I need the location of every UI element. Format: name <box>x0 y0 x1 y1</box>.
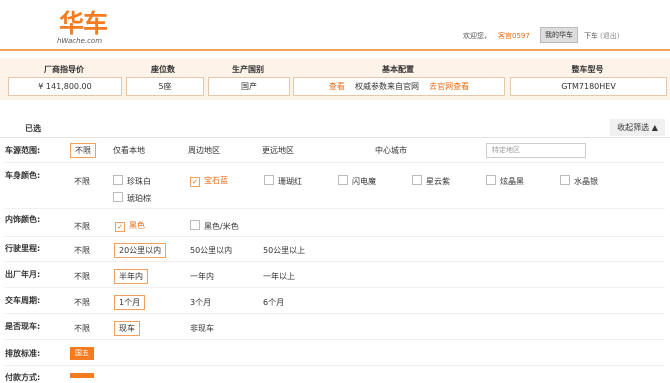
checkbox-icon <box>412 175 422 185</box>
config-text: 权威参数来自官网 <box>355 82 419 91</box>
mileage-option-20km[interactable]: 20公里以内 <box>114 243 167 258</box>
price-header: 厂商指导价 <box>44 65 84 74</box>
factory-date-option-over-year[interactable]: 一年以上 <box>263 271 295 282</box>
interior-color-label: 内饰颜色: <box>5 215 41 224</box>
mileage-option-50km[interactable]: 50公里以内 <box>190 245 232 256</box>
delivery-option-3-months[interactable]: 3个月 <box>190 297 211 308</box>
specific-region-input[interactable]: 特定地区 <box>486 143 586 158</box>
body-color-crystal-black[interactable]: 炫晶黑 <box>486 175 524 187</box>
divider <box>5 162 665 163</box>
interior-color-option-any[interactable]: 不限 <box>74 221 90 232</box>
range-option-nearby[interactable]: 周边地区 <box>188 145 220 156</box>
logout-link[interactable]: 下车 <box>584 31 598 41</box>
checkbox-icon <box>113 192 123 202</box>
checkbox-icon <box>190 220 200 230</box>
factory-date-option-half-year[interactable]: 半年内 <box>114 269 148 284</box>
factory-date-option-any[interactable]: 不限 <box>74 271 90 282</box>
country-header: 生产国别 <box>232 65 264 74</box>
divider <box>5 287 665 288</box>
model-header: 整车型号 <box>571 65 604 74</box>
divider <box>5 236 665 237</box>
factory-date-option-one-year[interactable]: 一年内 <box>190 271 214 282</box>
country-value: 国产 <box>208 77 290 96</box>
body-color-option-any[interactable]: 不限 <box>74 176 90 187</box>
interior-color-black-beige[interactable]: 黑色/米色 <box>190 220 239 232</box>
mileage-option-any[interactable]: 不限 <box>74 245 90 256</box>
body-color-nebula-purple[interactable]: 星云紫 <box>412 175 450 187</box>
seats-value: 5座 <box>126 77 204 96</box>
divider <box>0 137 670 138</box>
body-color-crystal-silver[interactable]: 水晶银 <box>560 175 598 187</box>
logout-paren-link[interactable]: (退出) <box>600 31 619 41</box>
config-view-link[interactable]: 查看 <box>329 82 345 91</box>
divider <box>5 339 665 340</box>
welcome-text: 欢迎您， <box>463 32 491 40</box>
range-option-center[interactable]: 中心城市 <box>375 145 407 156</box>
body-color-pearl-white[interactable]: 珍珠白 <box>113 175 151 187</box>
config-header: 基本配置 <box>382 65 414 74</box>
body-color-flash[interactable]: 闪电魔 <box>338 175 376 187</box>
factory-date-label: 出厂年月: <box>5 270 41 279</box>
in-stock-option-no[interactable]: 非现车 <box>190 323 214 334</box>
price-value: ¥ 141,800.00 <box>8 77 122 96</box>
checkbox-icon <box>560 175 570 185</box>
checkbox-icon <box>486 175 496 185</box>
divider <box>5 365 665 366</box>
in-stock-option-any[interactable]: 不限 <box>74 323 90 334</box>
body-color-label: 车身颜色: <box>5 171 41 180</box>
delivery-label: 交车周期: <box>5 296 41 305</box>
header-rule <box>0 49 670 51</box>
body-color-coral-red[interactable]: 珊瑚红 <box>264 175 302 187</box>
emission-option-guowu[interactable]: 国五 <box>70 347 94 360</box>
payment-option-selected[interactable] <box>70 373 94 378</box>
interior-color-black[interactable]: ✓ 黑色 <box>115 220 145 232</box>
checkbox-icon <box>264 175 274 185</box>
in-stock-label: 是否现车: <box>5 322 41 331</box>
emission-label: 排放标准: <box>5 349 41 358</box>
range-option-local[interactable]: 仅看本地 <box>113 145 145 156</box>
delivery-option-6-months[interactable]: 6个月 <box>263 297 284 308</box>
caret-up-icon: ▲ <box>651 123 658 132</box>
checkmark-icon: ✓ <box>190 177 200 187</box>
checkbox-icon <box>113 175 123 185</box>
range-option-any[interactable]: 不限 <box>70 143 96 158</box>
official-site-link[interactable]: 去官网查看 <box>429 82 469 91</box>
huache-logo[interactable]: 华车 <box>59 4 108 40</box>
body-color-gem-blue[interactable]: ✓ 宝石蓝 <box>190 175 228 187</box>
collapse-filter-button[interactable]: 收起筛选 ▲ <box>610 119 665 136</box>
in-stock-option-yes[interactable]: 现车 <box>114 321 140 336</box>
model-value: GTM7180HEV <box>510 77 667 96</box>
range-label: 车源范围: <box>5 146 41 155</box>
divider <box>5 261 665 262</box>
config-box: 查看 权威参数来自官网 去官网查看 <box>293 77 505 96</box>
huache-logo-domain: hWache.com <box>57 37 103 45</box>
mileage-label: 行驶里程: <box>5 244 41 253</box>
mileage-option-over-50km[interactable]: 50公里以上 <box>263 245 305 256</box>
collapse-label: 收起筛选 <box>617 123 650 132</box>
range-option-far[interactable]: 更远地区 <box>262 145 294 156</box>
checkmark-icon: ✓ <box>115 222 125 232</box>
divider <box>5 313 665 314</box>
divider <box>5 208 665 209</box>
seats-header: 座位数 <box>151 65 175 74</box>
selected-label: 已选 <box>25 124 41 133</box>
username-link[interactable]: 客官0597 <box>498 31 530 41</box>
body-color-amber-brown[interactable]: 琥珀棕 <box>113 192 151 204</box>
checkbox-icon <box>338 175 348 185</box>
my-huache-button[interactable]: 我的华车 <box>540 27 578 43</box>
delivery-option-1-month[interactable]: 1个月 <box>114 295 146 310</box>
delivery-option-any[interactable]: 不限 <box>74 297 90 308</box>
